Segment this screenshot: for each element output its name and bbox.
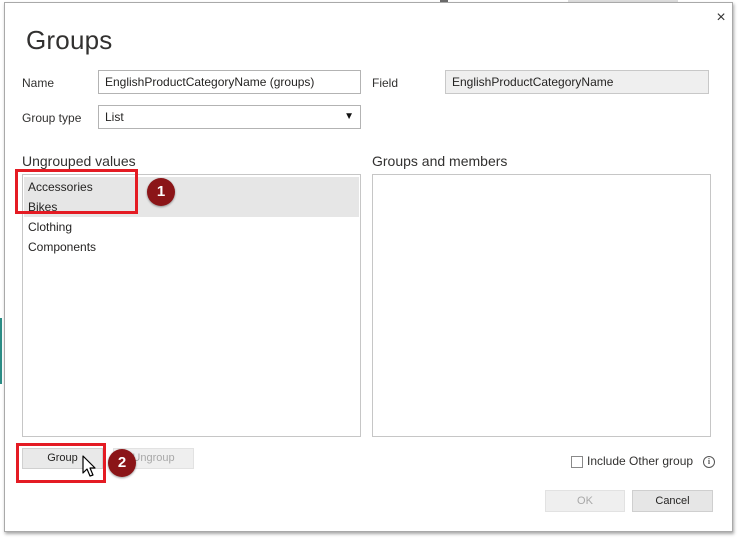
field-label: Field — [372, 76, 399, 90]
groups-members-list[interactable] — [372, 174, 711, 437]
include-other-label: Include Other group — [587, 454, 694, 468]
name-input[interactable]: EnglishProductCategoryName (groups) — [98, 70, 361, 94]
step-badge-1: 1 — [147, 178, 175, 206]
close-button[interactable]: × — [711, 8, 731, 28]
group-type-value: List — [105, 110, 124, 124]
mouse-pointer-icon — [82, 455, 96, 477]
group-type-label: Group type — [22, 111, 82, 125]
highlight-box-selected-items — [15, 169, 138, 214]
include-other-checkbox[interactable] — [571, 456, 583, 468]
close-icon: × — [716, 9, 726, 26]
groups-members-heading: Groups and members — [372, 153, 508, 169]
ok-button[interactable]: OK — [545, 490, 625, 512]
name-label: Name — [22, 76, 55, 90]
name-input-value: EnglishProductCategoryName (groups) — [105, 75, 315, 89]
info-icon[interactable]: i — [703, 456, 715, 468]
dialog-title: Groups — [26, 25, 113, 55]
list-item-clothing[interactable]: Clothing — [24, 217, 359, 237]
list-item-components[interactable]: Components — [24, 237, 359, 257]
ungrouped-values-heading: Ungrouped values — [22, 153, 136, 169]
chevron-down-icon: ▼ — [344, 111, 354, 122]
field-value-text: EnglishProductCategoryName — [452, 75, 614, 89]
background-app-edge — [0, 318, 2, 384]
step-badge-2: 2 — [108, 449, 136, 477]
field-value: EnglishProductCategoryName — [445, 70, 709, 94]
group-type-select[interactable]: List ▼ — [98, 105, 361, 129]
cancel-button[interactable]: Cancel — [632, 490, 713, 512]
